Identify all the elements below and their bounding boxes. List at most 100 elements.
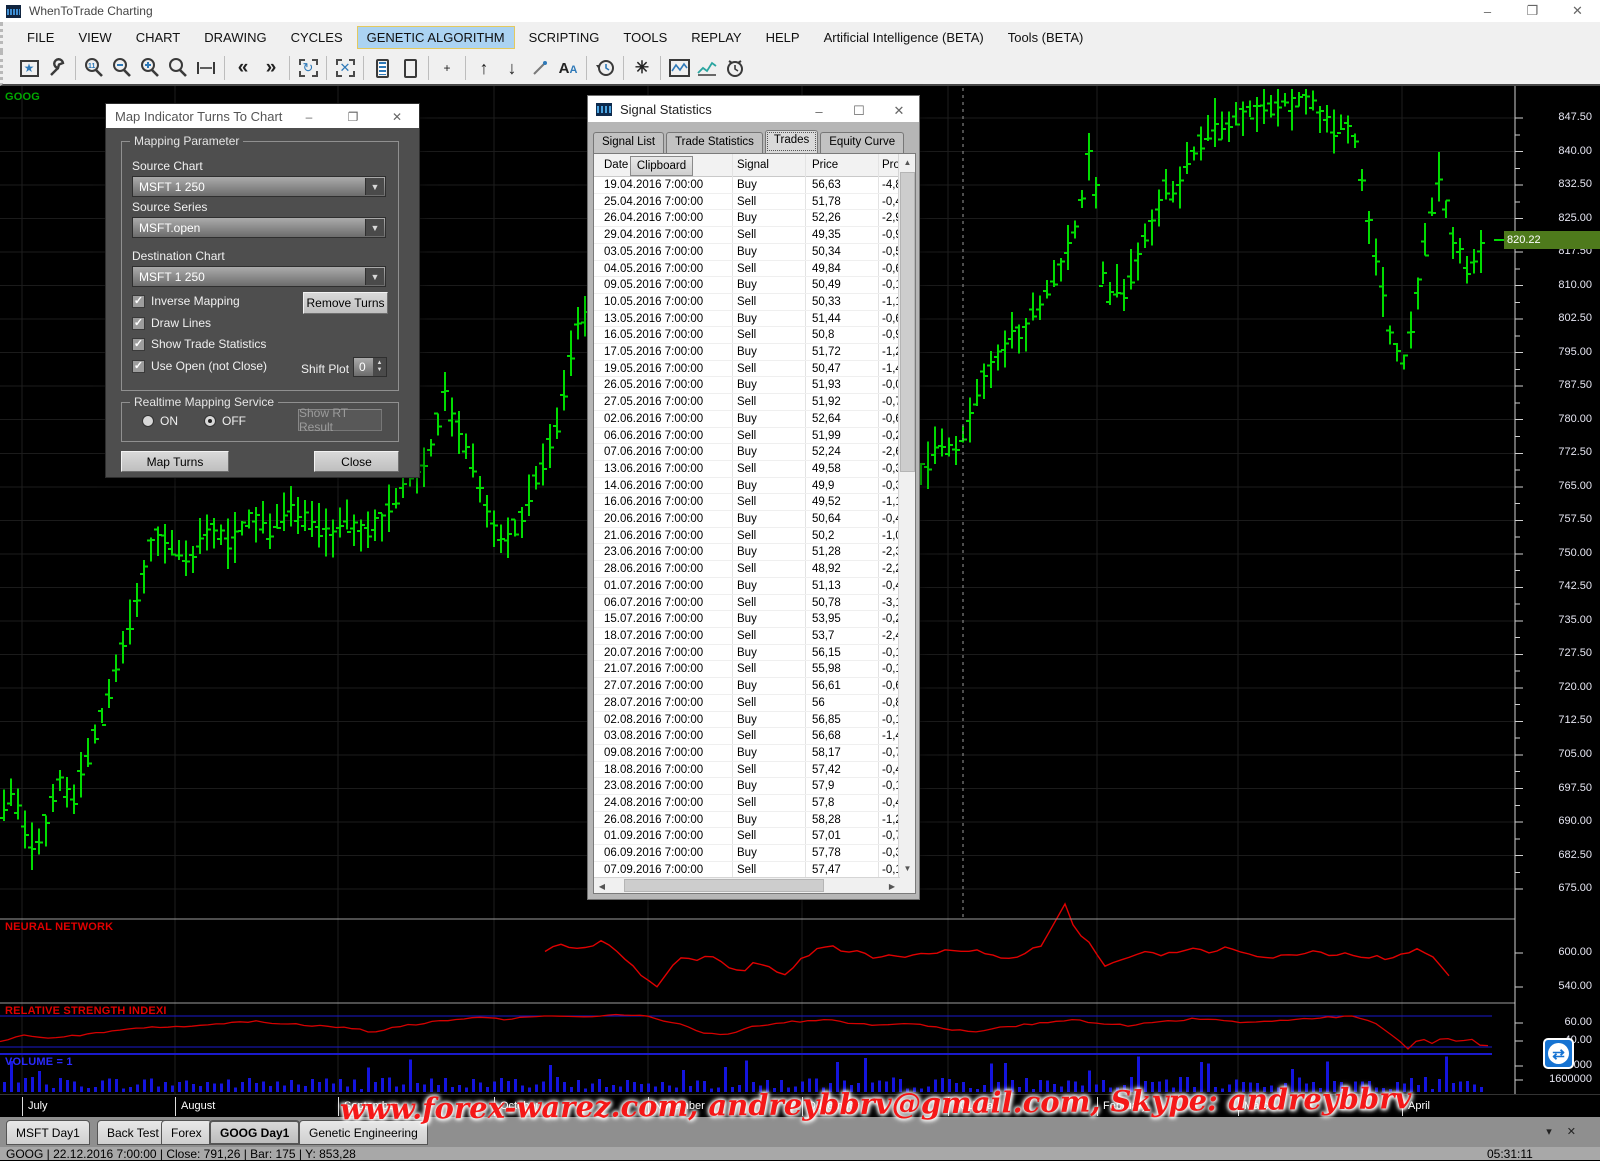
trade-row[interactable]: 19.05.2016 7:00:00Sell50,47-1,4 xyxy=(594,361,900,378)
remote-access-icon[interactable]: ⇄ xyxy=(1543,1038,1574,1069)
scroll-left-icon[interactable]: ◀ xyxy=(594,878,610,894)
trade-row[interactable]: 26.05.2016 7:00:00Buy51,93-0,0 xyxy=(594,377,900,394)
trade-row[interactable]: 13.06.2016 7:00:00Sell49,58-0,3 xyxy=(594,461,900,478)
source-series-label: Source Series xyxy=(132,200,207,214)
checkbox-use-open-not-close-[interactable]: ✓Use Open (not Close) xyxy=(132,359,267,373)
tab-trades[interactable]: Trades xyxy=(765,130,818,153)
chart-tab-forex[interactable]: Forex xyxy=(161,1120,212,1145)
trade-row[interactable]: 18.07.2016 7:00:00Sell53,7-2,4 xyxy=(594,628,900,645)
tabbar-controls[interactable]: ▾ ✕ xyxy=(1546,1125,1582,1138)
trade-row[interactable]: 21.06.2016 7:00:00Sell50,2-1,0 xyxy=(594,528,900,545)
trade-row[interactable]: 13.05.2016 7:00:00Buy51,44-0,6 xyxy=(594,311,900,328)
clipboard-button[interactable]: Clipboard xyxy=(630,156,693,176)
checkmark-icon[interactable]: ✓ xyxy=(132,317,145,330)
remove-turns-button[interactable]: Remove Turns xyxy=(303,292,388,314)
map-minimize-button[interactable]: – xyxy=(287,105,331,129)
col-price[interactable]: Price xyxy=(812,159,838,171)
trade-row[interactable]: 25.04.2016 7:00:00Sell51,78-0,4 xyxy=(594,194,900,211)
trade-row[interactable]: 27.07.2016 7:00:00Buy56,61-0,6 xyxy=(594,678,900,695)
map-dialog-titlebar[interactable]: Map Indicator Turns To Chart – ❐ ✕ xyxy=(106,104,419,128)
trade-row[interactable]: 07.06.2016 7:00:00Buy52,24-2,6 xyxy=(594,444,900,461)
map-turns-button[interactable]: Map Turns xyxy=(121,451,229,472)
signal-maximize-button[interactable]: ☐ xyxy=(839,98,879,124)
trade-row[interactable]: 06.09.2016 7:00:00Buy57,78-0,3 xyxy=(594,845,900,862)
radio-circle-icon[interactable] xyxy=(142,415,154,427)
chevron-down-icon[interactable]: ▼ xyxy=(365,219,384,236)
vertical-scroll-thumb[interactable] xyxy=(900,172,915,472)
trade-row[interactable]: 27.05.2016 7:00:00Sell51,92-0,7 xyxy=(594,394,900,411)
trade-row[interactable]: 03.08.2016 7:00:00Sell56,68-1,4 xyxy=(594,728,900,745)
trade-row[interactable]: 06.07.2016 7:00:00Sell50,78-3,1 xyxy=(594,595,900,612)
trade-row[interactable]: 19.04.2016 7:00:00Buy56,63-4,8 xyxy=(594,177,900,194)
col-date[interactable]: Date xyxy=(604,159,628,171)
signal-dialog-titlebar[interactable]: Signal Statistics – ☐ ✕ xyxy=(588,96,919,122)
trade-row[interactable]: 16.05.2016 7:00:00Sell50,8-0,9 xyxy=(594,327,900,344)
shift-plot-stepper[interactable]: 0 ▲▼ xyxy=(353,357,387,377)
checkmark-icon[interactable]: ✓ xyxy=(132,360,145,373)
checkmark-icon[interactable]: ✓ xyxy=(132,295,145,308)
trade-row[interactable]: 02.08.2016 7:00:00Buy56,85-0,1 xyxy=(594,712,900,729)
radio-circle-icon[interactable] xyxy=(204,415,216,427)
signal-close-button[interactable]: ✕ xyxy=(879,98,919,124)
trade-row[interactable]: 15.07.2016 7:00:00Buy53,95-0,2 xyxy=(594,611,900,628)
trade-row[interactable]: 14.06.2016 7:00:00Buy49,9-0,3 xyxy=(594,478,900,495)
chart-tab-msft-day1[interactable]: MSFT Day1 xyxy=(6,1120,90,1145)
chevron-down-icon[interactable]: ▼ xyxy=(365,178,384,195)
radio-off[interactable]: OFF xyxy=(204,414,246,428)
symbol-label: GOOG xyxy=(5,91,40,103)
trade-row[interactable]: 21.07.2016 7:00:00Sell55,98-0,1 xyxy=(594,661,900,678)
close-dialog-button[interactable]: Close xyxy=(314,451,399,472)
trade-row[interactable]: 17.05.2016 7:00:00Buy51,72-1,2 xyxy=(594,344,900,361)
tab-equity-curve[interactable]: Equity Curve xyxy=(820,132,904,153)
trade-row[interactable]: 09.08.2016 7:00:00Buy58,17-0,7 xyxy=(594,745,900,762)
chevron-down-icon[interactable]: ▼ xyxy=(365,268,384,285)
horizontal-scroll-thumb[interactable] xyxy=(624,879,824,892)
trade-row[interactable]: 02.06.2016 7:00:00Buy52,64-0,6 xyxy=(594,411,900,428)
tab-signal-list[interactable]: Signal List xyxy=(593,132,664,153)
trade-row[interactable]: 26.04.2016 7:00:00Buy52,26-2,9 xyxy=(594,210,900,227)
checkbox-show-trade-statistics[interactable]: ✓Show Trade Statistics xyxy=(132,337,266,351)
source-chart-label: Source Chart xyxy=(132,159,203,173)
show-rt-result-button[interactable]: Show RT Result xyxy=(298,409,382,431)
map-close-button[interactable]: ✕ xyxy=(375,105,419,129)
trade-row[interactable]: 24.08.2016 7:00:00Sell57,8-0,4 xyxy=(594,795,900,812)
trade-row[interactable]: 29.04.2016 7:00:00Sell49,35-0,9 xyxy=(594,227,900,244)
chart-tab-goog-day1[interactable]: GOOG Day1 xyxy=(209,1120,300,1145)
map-maximize-button[interactable]: ❐ xyxy=(331,105,375,129)
trade-row[interactable]: 18.08.2016 7:00:00Sell57,42-0,4 xyxy=(594,762,900,779)
trade-row[interactable]: 10.05.2016 7:00:00Sell50,33-1,1 xyxy=(594,294,900,311)
tab-trade-statistics[interactable]: Trade Statistics xyxy=(666,132,763,153)
radio-on[interactable]: ON xyxy=(142,414,178,428)
stepper-arrows-icon[interactable]: ▲▼ xyxy=(373,358,386,376)
trade-row[interactable]: 23.06.2016 7:00:00Buy51,28-2,3 xyxy=(594,544,900,561)
trade-row[interactable]: 03.05.2016 7:00:00Buy50,34-0,5 xyxy=(594,244,900,261)
trade-row[interactable]: 06.06.2016 7:00:00Sell51,99-0,2 xyxy=(594,428,900,445)
trade-row[interactable]: 20.07.2016 7:00:00Buy56,15-0,1 xyxy=(594,645,900,662)
trade-row[interactable]: 04.05.2016 7:00:00Sell49,84-0,6 xyxy=(594,261,900,278)
source-chart-select[interactable]: MSFT 1 250 ▼ xyxy=(132,176,386,197)
horizontal-scrollbar[interactable]: ◀ ▶ xyxy=(594,877,900,893)
trade-row[interactable]: 01.09.2016 7:00:00Sell57,01-0,7 xyxy=(594,828,900,845)
col-signal[interactable]: Signal xyxy=(737,159,769,171)
checkbox-draw-lines[interactable]: ✓Draw Lines xyxy=(132,316,211,330)
price-tick-label: 720.00 xyxy=(1522,681,1592,693)
trade-row[interactable]: 26.08.2016 7:00:00Buy58,28-1,2 xyxy=(594,812,900,829)
signal-minimize-button[interactable]: – xyxy=(799,98,839,124)
vertical-scrollbar[interactable]: ▲ ▼ xyxy=(898,154,915,893)
trade-row[interactable]: 20.06.2016 7:00:00Buy50,64-0,4 xyxy=(594,511,900,528)
chart-tab-back-test[interactable]: Back Test xyxy=(97,1120,169,1145)
trade-row[interactable]: 28.07.2016 7:00:00Sell56-0,8 xyxy=(594,695,900,712)
trade-row[interactable]: 01.07.2016 7:00:00Buy51,13-0,4 xyxy=(594,578,900,595)
checkmark-icon[interactable]: ✓ xyxy=(132,338,145,351)
source-series-select[interactable]: MSFT.open ▼ xyxy=(132,217,386,238)
destination-chart-select[interactable]: MSFT 1 250 ▼ xyxy=(132,266,386,287)
scroll-down-icon[interactable]: ▼ xyxy=(899,860,916,877)
scroll-up-icon[interactable]: ▲ xyxy=(899,154,916,171)
checkbox-inverse-mapping[interactable]: ✓Inverse Mapping xyxy=(132,294,240,308)
trade-row[interactable]: 16.06.2016 7:00:00Sell49,52-1,1 xyxy=(594,494,900,511)
price-tick-label: 780.00 xyxy=(1522,413,1592,425)
scroll-right-icon[interactable]: ▶ xyxy=(884,878,900,894)
trade-row[interactable]: 28.06.2016 7:00:00Sell48,92-2,2 xyxy=(594,561,900,578)
trade-row[interactable]: 23.08.2016 7:00:00Buy57,9-0,1 xyxy=(594,778,900,795)
trade-row[interactable]: 09.05.2016 7:00:00Buy50,49-0,1 xyxy=(594,277,900,294)
